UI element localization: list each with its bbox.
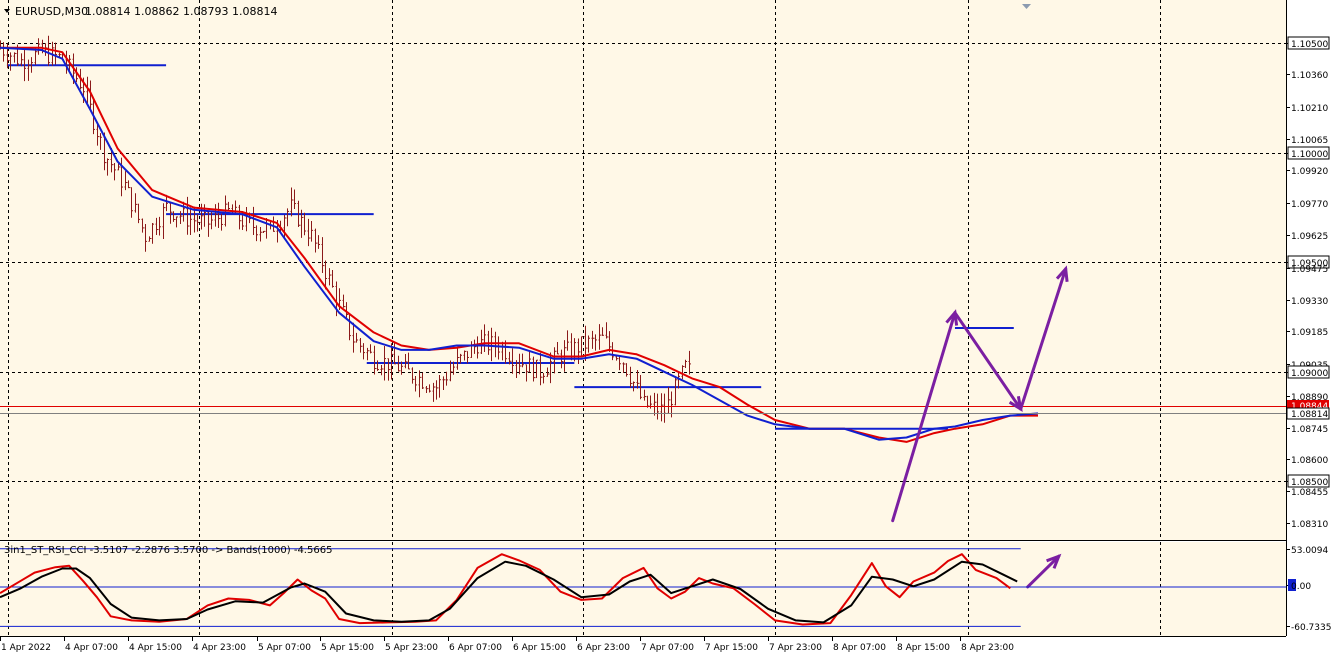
price-tick-label: 1.10500 — [1291, 40, 1328, 50]
price-tick-label: 1.08455 — [1291, 488, 1328, 498]
time-tick-label: 8 Apr 15:00 — [897, 643, 950, 653]
price-tick-label: 1.08745 — [1291, 425, 1328, 435]
indicator-chart-area[interactable] — [0, 542, 1286, 636]
chart-ohlc-values: 1.08814 1.08862 1.08793 1.08814 — [85, 5, 277, 18]
trading-chart-window: 1.10500 1.10360 1.10210 1.10065 1.10000 1.099… — [0, 0, 1333, 661]
current-price-label: 1.08814 — [1291, 410, 1328, 420]
chart-symbol-label: EURUSD,M30 — [15, 5, 88, 18]
time-tick-label: 8 Apr 23:00 — [961, 643, 1014, 653]
price-tick-label: 1.09625 — [1291, 232, 1328, 242]
price-tick-label: 1.09770 — [1291, 200, 1328, 210]
price-tick-label: 1.10065 — [1291, 136, 1328, 146]
price-tick-label: 1.08310 — [1291, 520, 1328, 530]
price-tick-label: 1.08600 — [1291, 456, 1328, 466]
price-tick-label: 1.09185 — [1291, 328, 1328, 338]
chart-canvas[interactable]: 1.10500 1.10360 1.10210 1.10065 1.10000 1.099… — [0, 0, 1333, 661]
time-tick-label: 7 Apr 15:00 — [705, 643, 758, 653]
time-tick-label: 5 Apr 07:00 — [258, 643, 311, 653]
time-tick-label: 4 Apr 15:00 — [129, 643, 182, 653]
time-tick-label: 4 Apr 23:00 — [193, 643, 246, 653]
indicator-tick-label: -60.7335 — [1291, 623, 1331, 633]
price-tick-label: 1.09920 — [1291, 167, 1328, 177]
main-chart-area[interactable] — [0, 0, 1286, 540]
indicator-tick-label: 0.00 — [1291, 582, 1311, 592]
indicator-tick-label: 53.0094 — [1291, 546, 1328, 556]
price-tick-label: 1.10360 — [1291, 71, 1328, 81]
time-tick-label: 5 Apr 15:00 — [321, 643, 374, 653]
time-tick-label: 8 Apr 07:00 — [833, 643, 886, 653]
time-tick-label: 1 Apr 2022 — [1, 643, 51, 653]
time-tick-label: 4 Apr 07:00 — [65, 643, 118, 653]
price-tick-label: 1.09000 — [1291, 369, 1328, 379]
time-tick-label: 6 Apr 15:00 — [513, 643, 566, 653]
time-tick-label: 5 Apr 23:00 — [385, 643, 438, 653]
price-tick-label: 1.09330 — [1291, 297, 1328, 307]
price-tick-label: 1.10210 — [1291, 104, 1328, 114]
indicator-header: 3in1_ST_RSI_CCI -3.5107 -2.2876 3.5700 -… — [4, 545, 332, 556]
time-tick-label: 6 Apr 07:00 — [449, 643, 502, 653]
time-tick-label: 7 Apr 07:00 — [641, 643, 694, 653]
time-tick-label: 7 Apr 23:00 — [769, 643, 822, 653]
price-tick-label: 1.10000 — [1291, 150, 1328, 160]
price-tick-label: 1.09475 — [1291, 265, 1328, 275]
price-tick-label: 1.08500 — [1291, 478, 1328, 488]
time-tick-label: 6 Apr 23:00 — [577, 643, 630, 653]
